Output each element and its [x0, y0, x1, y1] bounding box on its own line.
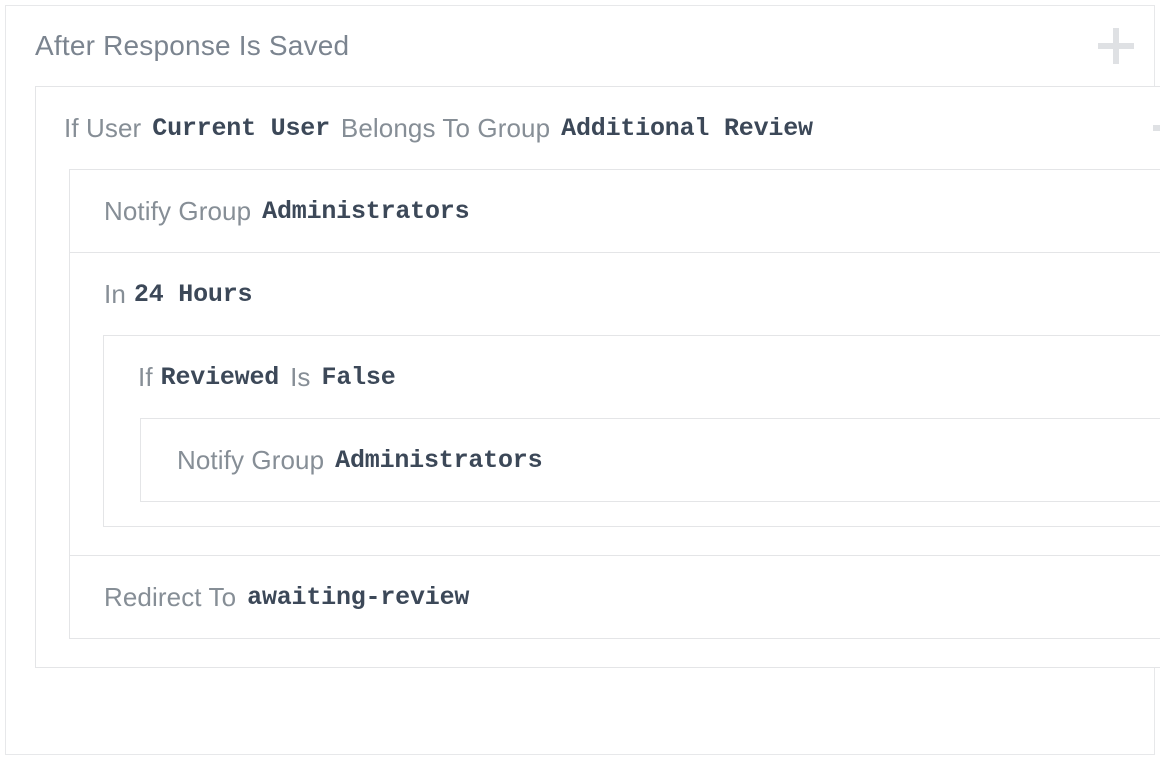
- condition-row-reviewed[interactable]: If Reviewed Is False: [104, 336, 1160, 418]
- condition-if-label: If User: [64, 112, 142, 143]
- redirect-to-label: Redirect To: [104, 581, 237, 612]
- nested-condition-subject-value[interactable]: Reviewed: [161, 363, 280, 392]
- condition-block-user: If User Current User Belongs To Group Ad…: [35, 86, 1160, 668]
- condition-row-user[interactable]: If User Current User Belongs To Group Ad…: [36, 87, 1160, 169]
- notify-group-value[interactable]: Administrators: [262, 197, 469, 226]
- notify-group-label: Notify Group: [104, 195, 252, 226]
- card-header: After Response Is Saved: [6, 6, 1154, 86]
- nested-condition-object-value[interactable]: False: [322, 363, 396, 392]
- delay-clause: In 24 Hours: [70, 253, 1160, 335]
- condition-block-reviewed: If Reviewed Is False Notify Group Admini…: [103, 335, 1160, 527]
- nested-notify-group-label: Notify Group: [177, 444, 325, 475]
- automation-rule-card: After Response Is Saved If User Current …: [5, 5, 1160, 755]
- nested-notify-group-value[interactable]: Administrators: [335, 446, 542, 475]
- action-row-notify[interactable]: Notify Group Administrators: [70, 170, 1160, 252]
- delay-duration-value[interactable]: 24 Hours: [134, 280, 253, 309]
- notify-clause: Notify Group Administrators: [70, 170, 1160, 252]
- delay-in-label: In: [104, 278, 126, 309]
- nested-condition-if-label: If: [138, 361, 153, 392]
- add-action-button-user-condition[interactable]: [1151, 108, 1160, 148]
- action-row-delay[interactable]: In 24 Hours If Reviewed Is False Notify …: [70, 252, 1160, 555]
- action-list-user: Notify Group Administrators In 24 Hours …: [69, 169, 1160, 639]
- nested-notify-clause: Notify Group Administrators: [141, 419, 1160, 501]
- condition-operator-label: Belongs To Group: [340, 112, 551, 143]
- add-rule-button-root[interactable]: [1096, 26, 1136, 66]
- action-list-reviewed: Notify Group Administrators: [140, 418, 1160, 502]
- action-row-redirect[interactable]: Redirect To awaiting-review: [70, 555, 1160, 638]
- page-title: After Response Is Saved: [35, 30, 350, 61]
- reviewed-block-bottom-padding: [104, 502, 1160, 526]
- delay-block-bottom-padding: [70, 527, 1160, 555]
- user-block-bottom-padding: [36, 639, 1160, 667]
- condition-object-value[interactable]: Additional Review: [561, 114, 813, 143]
- redirect-target-value[interactable]: awaiting-review: [247, 583, 469, 612]
- action-row-nested-notify[interactable]: Notify Group Administrators: [141, 419, 1160, 501]
- condition-subject-value[interactable]: Current User: [152, 114, 330, 143]
- nested-condition-operator-label: Is: [290, 361, 311, 392]
- redirect-clause: Redirect To awaiting-review: [70, 556, 1160, 638]
